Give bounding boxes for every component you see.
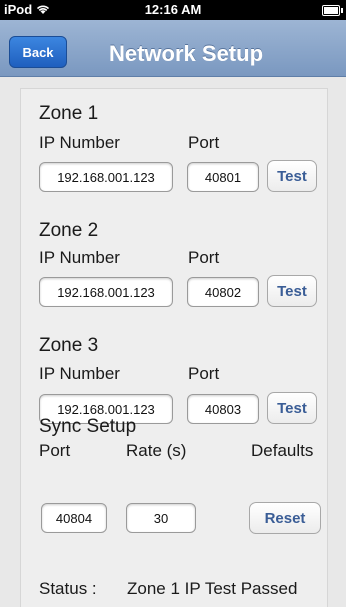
sync-rate-label: Rate (s): [126, 441, 187, 460]
zone-3-port-label: Port: [188, 364, 220, 383]
zone-2-test-button[interactable]: Test: [267, 275, 317, 307]
status-message: Zone 1 IP Test Passed: [127, 579, 298, 598]
sync-setup-title: Sync Setup: [39, 416, 137, 437]
zone-2-title: Zone 2: [39, 220, 99, 241]
zone-2-ip-label: IP Number: [39, 248, 120, 267]
zone-1-title: Zone 1: [39, 103, 99, 124]
zone-3-port-field[interactable]: 40803: [187, 394, 259, 424]
back-button[interactable]: Back: [9, 36, 67, 68]
navigation-bar: Back Network Setup: [0, 20, 346, 77]
zone-1-ip-label: IP Number: [39, 133, 120, 152]
zone-3-ip-label: IP Number: [39, 364, 120, 383]
zone-3-test-button[interactable]: Test: [267, 392, 317, 424]
battery-icon: [322, 5, 343, 16]
zone-1-test-button[interactable]: Test: [267, 160, 317, 192]
reset-button[interactable]: Reset: [249, 502, 321, 534]
sync-port-label: Port: [39, 441, 71, 460]
zone-1-port-field[interactable]: 40801: [187, 162, 259, 192]
zone-1-port-label: Port: [188, 133, 220, 152]
clock: 12:16 AM: [144, 2, 202, 17]
status-bar: iPod 12:16 AM: [0, 0, 346, 20]
zone-2-ip-field[interactable]: 192.168.001.123: [39, 277, 173, 307]
sync-defaults-label: Defaults: [251, 441, 314, 460]
zone-2-port-field[interactable]: 40802: [187, 277, 259, 307]
page-title: Network Setup: [108, 41, 264, 66]
settings-panel: Zone 1 IP Number Port 192.168.001.123 40…: [20, 88, 328, 607]
zone-1-ip-field[interactable]: 192.168.001.123: [39, 162, 173, 192]
zone-2-port-label: Port: [188, 248, 220, 267]
sync-port-field[interactable]: 40804: [41, 503, 107, 533]
sync-rate-field[interactable]: 30: [126, 503, 196, 533]
status-label: Status :: [39, 579, 97, 598]
zone-3-title: Zone 3: [39, 335, 99, 356]
